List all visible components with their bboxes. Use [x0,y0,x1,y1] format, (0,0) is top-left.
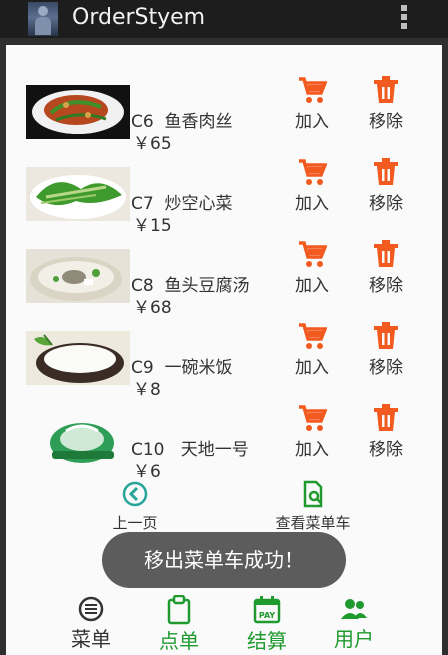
bottom-tab-bar: 菜单 点单 PAY 结算 用户 [6,593,442,655]
remove-button[interactable]: 移除 [364,403,408,460]
trash-icon [374,240,398,267]
cart-icon [299,159,327,185]
cart-icon [299,241,327,267]
trash-icon [374,322,398,349]
dish-image [26,167,130,221]
cart-icon [299,405,327,431]
tab-user[interactable]: 用户 [319,593,389,652]
remove-button[interactable]: 移除 [364,321,408,378]
dish-price: ￥68 [133,298,172,318]
clipboard-icon [167,595,191,625]
toast-message: 移出菜单车成功！ [102,532,346,588]
dish-image [26,331,130,385]
add-to-cart-button[interactable]: 加入 [290,157,334,214]
app-title: OrderStyem [72,5,206,30]
cart-icon [299,323,327,349]
add-to-cart-button[interactable]: 加入 [290,321,334,378]
remove-button[interactable]: 移除 [364,239,408,296]
add-to-cart-button[interactable]: 加入 [290,239,334,296]
pay-calendar-icon: PAY [253,596,281,624]
menu-list-icon [78,596,104,622]
trash-icon [374,404,398,431]
svg-text:PAY: PAY [259,611,276,620]
app-logo-icon [28,2,58,36]
cart-icon [299,77,327,103]
remove-button[interactable]: 移除 [364,157,408,214]
dish-price: ￥15 [133,216,172,236]
app-bar: OrderStyem [0,0,448,38]
dish-image [26,249,130,303]
tab-menu[interactable]: 菜单 [56,593,126,652]
main-screen: C6 鱼香肉丝 ￥65 加入 移除 C7 炒空心菜 ￥15 加入 移除 C8 鱼… [6,45,442,655]
remove-button[interactable]: 移除 [364,75,408,132]
list-item: C7 炒空心菜 ￥15 加入 移除 [6,158,442,249]
add-to-cart-button[interactable]: 加入 [290,403,334,460]
arrow-left-circle-icon [122,481,148,507]
list-item: C9 一碗米饭 ￥8 加入 移除 [6,322,442,413]
dish-price: ￥8 [133,380,161,400]
list-item: C8 鱼头豆腐汤 ￥68 加入 移除 [6,240,442,331]
list-item: C6 鱼香肉丝 ￥65 加入 移除 [6,76,442,167]
tab-checkout[interactable]: PAY 结算 [232,593,302,654]
users-icon [341,599,367,619]
document-search-icon [303,480,323,508]
dish-image [26,413,130,467]
tab-order[interactable]: 点单 [144,593,214,654]
pager: 上一页 查看菜单车 [6,475,442,539]
overflow-menu-icon[interactable] [396,3,412,35]
dish-image [26,85,130,139]
add-to-cart-button[interactable]: 加入 [290,75,334,132]
dish-price: ￥65 [133,134,172,154]
prev-page-button[interactable]: 上一页 [100,480,170,533]
trash-icon [374,76,398,103]
view-cart-button[interactable]: 查看菜单车 [268,480,358,533]
trash-icon [374,158,398,185]
